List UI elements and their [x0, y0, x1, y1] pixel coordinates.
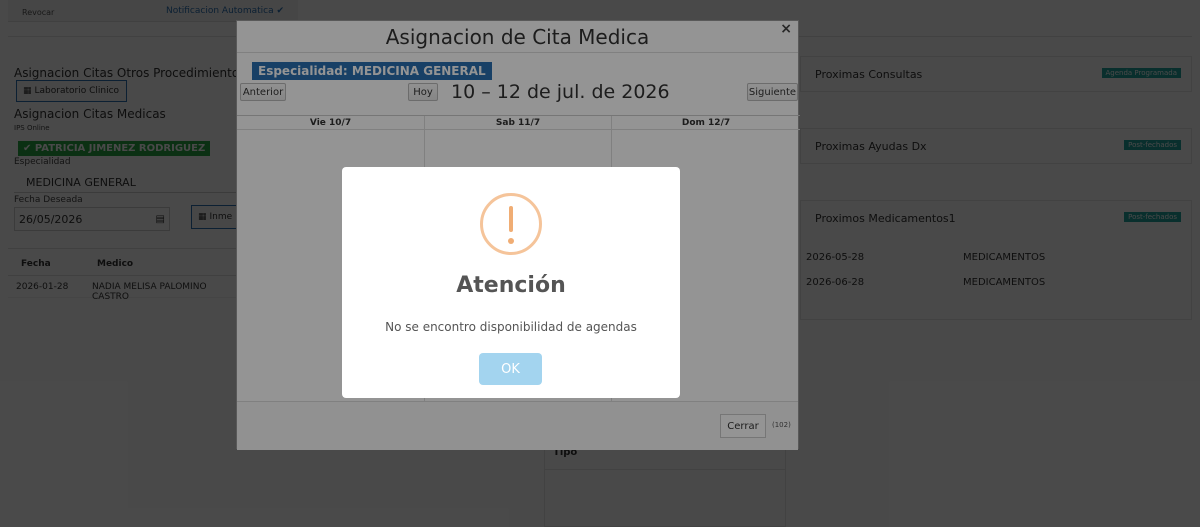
- ok-button[interactable]: OK: [479, 353, 542, 385]
- warning-icon: [480, 193, 542, 255]
- attention-alert: Atención No se encontro disponibilidad d…: [342, 167, 680, 398]
- alert-title: Atención: [456, 273, 566, 298]
- alert-message: No se encontro disponibilidad de agendas: [385, 320, 637, 334]
